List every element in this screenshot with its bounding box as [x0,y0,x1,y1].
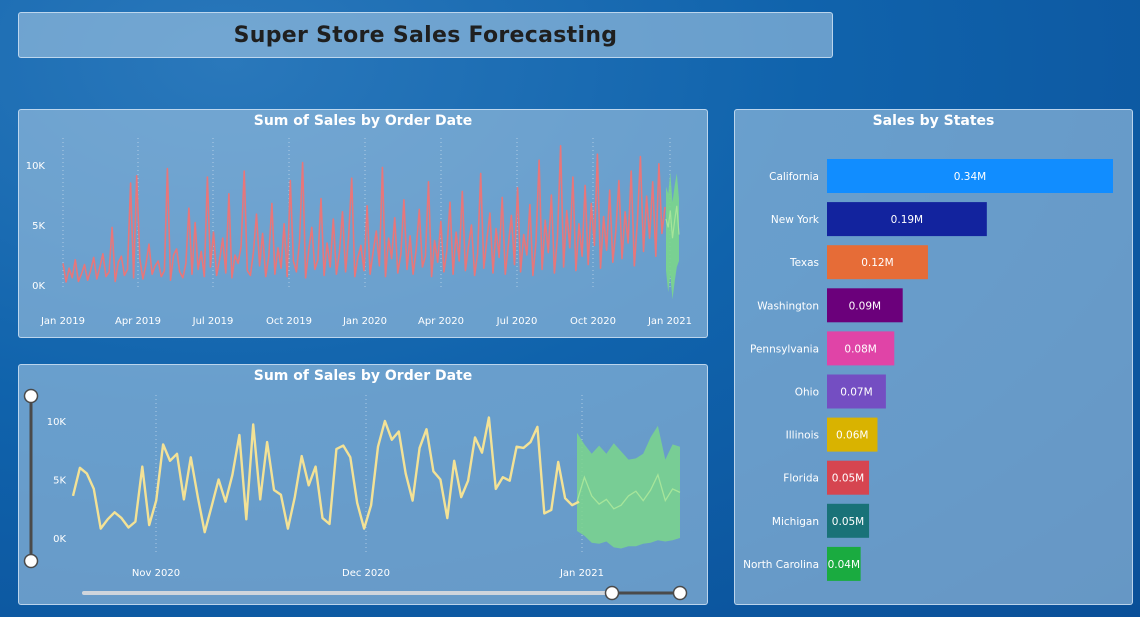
bar-value-label: 0.05M [832,516,864,528]
sales-line [71,416,580,534]
page-title: Super Store Sales Forecasting [233,22,618,48]
x-zoom-handle-left[interactable] [604,585,620,601]
title-banner: Super Store Sales Forecasting [18,12,833,58]
state-label: Washington [757,300,819,312]
x-tick-label: Dec 2020 [342,568,390,579]
x-tick-label: Jan 2021 [559,568,604,579]
y-tick-label: 10K [47,417,67,428]
state-label: California [769,171,819,183]
x-tick-label: Jul 2020 [496,316,538,327]
bar-value-label: 0.04M [828,559,860,571]
y-tick-label: 0K [53,534,66,545]
states-bar-plot: California 0.34M New York 0.19M Texas 0.12M Wa… [743,159,1113,581]
x-tick-label: Apr 2019 [115,316,161,327]
state-label: Michigan [772,516,819,528]
bar-value-label: 0.06M [836,430,868,442]
daily-sales-plot: 0K 5K 10K Jan 2019 Apr 2019 Jul 2019 Oct 2019 J… [26,138,692,327]
bar-value-label: 0.19M [891,214,923,226]
state-label: Texas [789,257,819,269]
zoom-sales-chart: Sum of Sales by Order Date 0K 5K 10K Nov 20… [18,364,708,605]
x-tick-label: Jan 2019 [40,316,85,327]
x-tick-label: Jan 2021 [647,316,692,327]
state-label: Pennsylvania [750,343,819,355]
bar-value-label: 0.05M [832,473,864,485]
bar-value-label: 0.09M [849,300,881,312]
x-tick-label: Oct 2019 [266,316,312,327]
bar-value-label: 0.12M [861,257,893,269]
state-label: Ohio [795,387,819,399]
y-tick-label: 10K [26,161,46,172]
y-tick-label: 5K [53,476,66,487]
forecast-band [577,425,680,549]
state-label: Illinois [786,430,819,442]
x-tick-label: Nov 2020 [132,568,180,579]
x-tick-label: Jan 2020 [342,316,387,327]
x-zoom-handle-right[interactable] [672,585,688,601]
daily-sales-chart: Sum of Sales by Order Date 0K 5K 10K Jan 20… [18,109,708,338]
sales-line [62,144,666,283]
zoom-sales-plot: 0K 5K 10K Nov 2020 Dec 2020 Jan 2021 [23,388,688,601]
y-tick-label: 0K [32,281,45,292]
state-label: Florida [783,473,819,485]
x-tick-label: Apr 2020 [418,316,464,327]
state-label: New York [771,214,820,226]
bar-value-label: 0.34M [954,171,986,183]
bar-value-label: 0.08M [844,343,876,355]
state-label: North Carolina [743,559,819,571]
x-tick-label: Jul 2019 [192,316,234,327]
bar-value-label: 0.07M [840,387,872,399]
states-chart: Sales by States California 0.34M New York 0… [734,109,1133,605]
y-tick-label: 5K [32,221,45,232]
y-zoom-handle-bottom[interactable] [23,553,39,569]
x-tick-label: Oct 2020 [570,316,616,327]
y-zoom-handle-top[interactable] [23,388,39,404]
